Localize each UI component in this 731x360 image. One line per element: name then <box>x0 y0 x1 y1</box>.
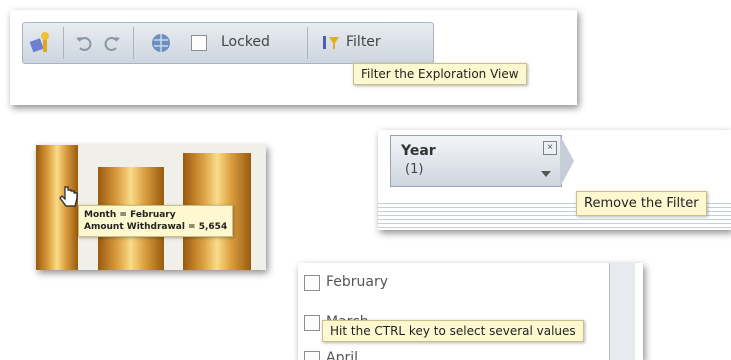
locked-checkbox[interactable] <box>191 35 207 51</box>
month-label: April <box>326 350 358 360</box>
redo-icon[interactable] <box>99 31 123 55</box>
filter-button-label[interactable]: Filter <box>346 34 381 50</box>
scrollbar[interactable] <box>609 263 635 360</box>
remove-filter-tooltip: Remove the Filter <box>576 191 707 216</box>
properties-icon[interactable] <box>29 31 53 55</box>
refresh-globe-icon[interactable] <box>149 31 173 55</box>
filter-icon[interactable] <box>319 31 343 55</box>
exploration-toolbar: Locked Filter <box>22 22 434 64</box>
close-filter-icon[interactable]: × <box>543 141 557 155</box>
chip-arrow <box>560 135 574 187</box>
tooltip-month: Month = February <box>84 210 176 220</box>
hand-cursor-icon <box>58 185 80 214</box>
chevron-down-icon[interactable] <box>541 171 551 177</box>
month-label: February <box>326 274 389 290</box>
year-filter-panel: Year (1) × Remove the Filter <box>378 130 731 230</box>
year-filter-chip[interactable]: Year (1) × <box>390 135 562 187</box>
bar-chart-panel: Month = February Amount Withdrawal = 5,6… <box>36 145 266 270</box>
locked-label: Locked <box>221 34 270 50</box>
bar-tooltip: Month = February Amount Withdrawal = 5,6… <box>78 205 234 237</box>
toolbar-panel: Locked Filter Filter the Exploration Vie… <box>10 10 577 105</box>
year-count: (1) <box>405 162 424 177</box>
tooltip-amount: Amount Withdrawal = 5,654 <box>84 222 228 232</box>
month-checkbox[interactable] <box>304 315 320 331</box>
month-checkbox[interactable] <box>304 351 320 360</box>
month-list-panel: February March April Hit the CTRL key to… <box>298 263 643 360</box>
month-checkbox[interactable] <box>304 275 320 291</box>
filter-tooltip: Filter the Exploration View <box>353 63 527 85</box>
ctrl-key-tooltip: Hit the CTRL key to select several value… <box>322 320 584 342</box>
undo-icon[interactable] <box>73 31 97 55</box>
year-label: Year <box>401 143 436 159</box>
